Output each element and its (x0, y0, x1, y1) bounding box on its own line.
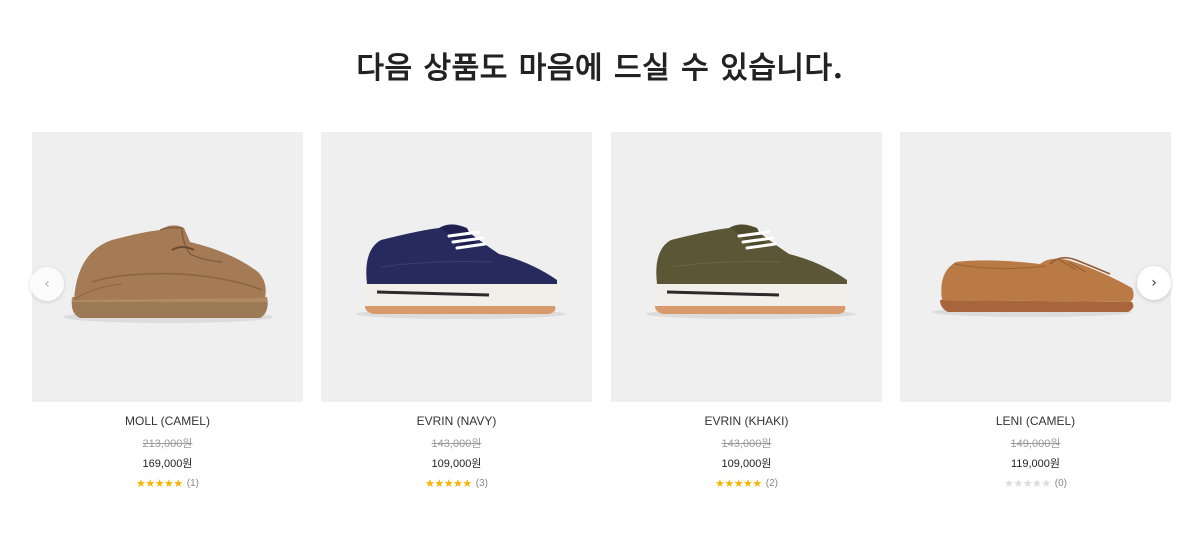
review-count: (0) (1054, 478, 1068, 489)
product-card[interactable]: MOLL (CAMEL) 213,000원 169,000원 ★★★★★ (1) (32, 132, 303, 491)
product-image[interactable] (611, 132, 882, 402)
product-carousel: MOLL (CAMEL) 213,000원 169,000원 ★★★★★ (1) (32, 132, 1172, 512)
chevron-left-icon: ‹ (44, 276, 50, 292)
review-count: (1) (186, 478, 200, 489)
sale-price: 169,000원 (142, 458, 193, 470)
product-rating: ★★★★★ (2) (611, 477, 882, 491)
sale-price: 109,000원 (721, 458, 772, 470)
product-rating: ★★★★★ (3) (321, 477, 592, 491)
review-count: (2) (765, 478, 779, 489)
section-title: 다음 상품도 마음에 드실 수 있습니다. (356, 51, 844, 86)
original-price: 149,000원 (1010, 438, 1061, 450)
star-rating-icon: ★★★★★ (424, 477, 472, 490)
product-rating: ★★★★★ (0) (900, 477, 1171, 491)
original-price: 143,000원 (431, 438, 482, 450)
product-name[interactable]: EVRIN (NAVY) (321, 414, 592, 429)
product-card[interactable]: EVRIN (KHAKI) 143,000원 109,000원 ★★★★★ (2… (611, 132, 882, 491)
chevron-right-icon: › (1151, 275, 1157, 291)
product-image[interactable] (32, 132, 303, 402)
product-name[interactable]: LENI (CAMEL) (900, 414, 1171, 429)
product-image[interactable] (900, 132, 1171, 402)
carousel-prev-button[interactable]: ‹ (30, 267, 64, 301)
camel-wallabee-shoe-image (63, 225, 273, 323)
navy-platform-sneaker-image (356, 224, 566, 319)
product-image[interactable] (321, 132, 592, 402)
khaki-platform-sneaker-image (646, 224, 856, 319)
sale-price: 119,000원 (1010, 458, 1061, 470)
original-price: 213,000원 (142, 438, 193, 450)
camel-suede-loafer-image (932, 257, 1134, 317)
review-count: (3) (475, 478, 489, 489)
star-rating-icon: ★★★★★ (135, 477, 183, 490)
star-rating-icon: ★★★★★ (714, 477, 762, 490)
product-name[interactable]: MOLL (CAMEL) (32, 414, 303, 429)
original-price: 143,000원 (721, 438, 772, 450)
carousel-next-button[interactable]: › (1137, 266, 1171, 300)
sale-price: 109,000원 (431, 458, 482, 470)
star-rating-icon: ★★★★★ (1003, 477, 1051, 490)
product-card[interactable]: LENI (CAMEL) 149,000원 119,000원 ★★★★★ (0) (900, 132, 1171, 491)
product-rating: ★★★★★ (1) (32, 477, 303, 491)
product-name[interactable]: EVRIN (KHAKI) (611, 414, 882, 429)
product-card[interactable]: EVRIN (NAVY) 143,000원 109,000원 ★★★★★ (3) (321, 132, 592, 491)
